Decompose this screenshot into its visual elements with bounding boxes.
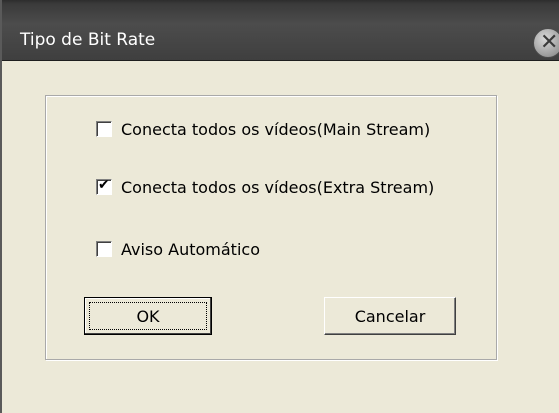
close-icon: ✕ xyxy=(540,30,559,55)
ok-button[interactable]: OK xyxy=(84,297,212,335)
checkmark-icon: ✔ xyxy=(98,177,110,193)
auto-alert-checkbox[interactable] xyxy=(96,241,112,257)
extra-stream-label: Conecta todos os vídeos(Extra Stream) xyxy=(121,177,435,197)
title-bar[interactable]: Tipo de Bit Rate ✕ xyxy=(2,0,559,61)
main-stream-label: Conecta todos os vídeos(Main Stream) xyxy=(121,119,431,139)
cancel-button-label: Cancelar xyxy=(354,306,426,326)
close-button[interactable]: ✕ xyxy=(533,28,559,58)
focus-rectangle xyxy=(89,302,207,330)
option-auto-alert[interactable]: Aviso Automático xyxy=(96,238,260,260)
extra-stream-checkbox[interactable]: ✔ xyxy=(96,177,112,195)
dialog-window: Tipo de Bit Rate ✕ Conecta todos os víde… xyxy=(0,0,559,413)
cancel-button[interactable]: Cancelar xyxy=(324,297,456,335)
main-stream-checkbox[interactable] xyxy=(96,121,112,137)
option-main-stream[interactable]: Conecta todos os vídeos(Main Stream) xyxy=(96,118,430,140)
window-title: Tipo de Bit Rate xyxy=(20,30,156,50)
auto-alert-label: Aviso Automático xyxy=(121,239,260,259)
option-extra-stream[interactable]: ✔ Conecta todos os vídeos(Extra Stream) xyxy=(96,176,434,198)
